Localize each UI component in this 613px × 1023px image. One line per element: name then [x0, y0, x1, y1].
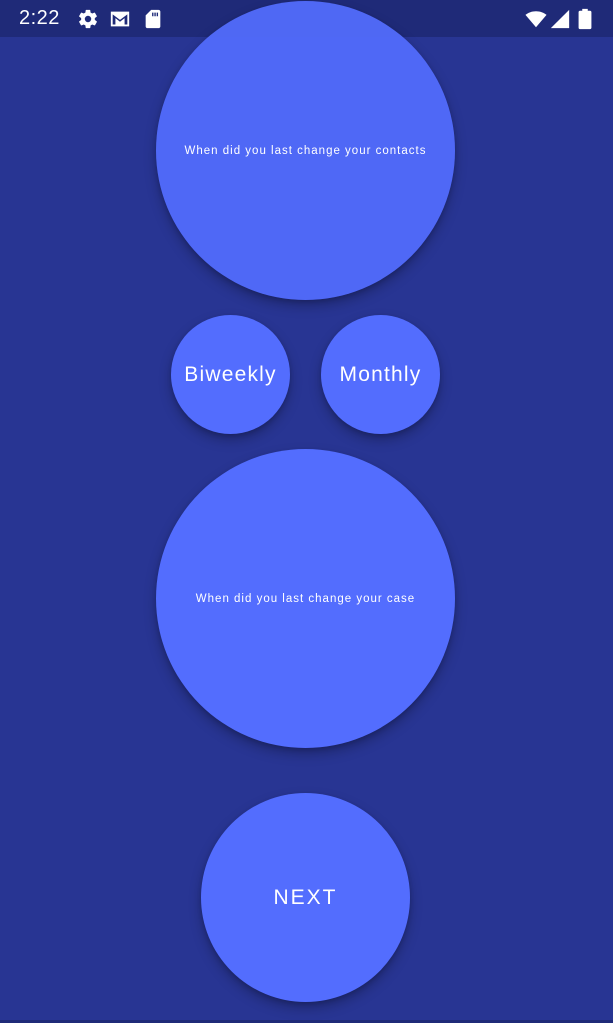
signal-icon [549, 8, 571, 30]
settings-icon [77, 8, 99, 30]
question-contacts-circle: When did you last change your contacts [156, 1, 455, 300]
status-time: 2:22 [19, 7, 60, 29]
wifi-icon [524, 8, 548, 30]
next-button-label: NEXT [273, 885, 338, 909]
biweekly-option-label: Biweekly [184, 362, 277, 386]
question-contacts-text: When did you last change your contacts [184, 144, 427, 157]
next-button[interactable]: NEXT [201, 793, 410, 1002]
app-screen: 2:22 When did you last change your conta… [0, 0, 613, 1023]
monthly-option-label: Monthly [339, 362, 422, 386]
monthly-option-button[interactable]: Monthly [321, 315, 440, 434]
question-case-circle: When did you last change your case [156, 449, 455, 748]
battery-icon [576, 8, 594, 30]
biweekly-option-button[interactable]: Biweekly [171, 315, 290, 434]
gmail-icon [109, 8, 131, 30]
question-case-text: When did you last change your case [195, 592, 416, 605]
sd-card-icon [142, 8, 164, 30]
